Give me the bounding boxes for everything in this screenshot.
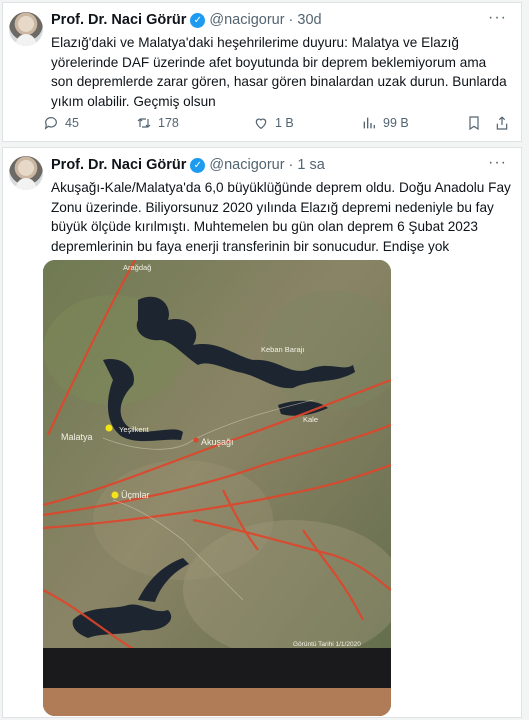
map-label-yesilkent: Yeşilkent [119, 425, 150, 434]
tweet-card-1[interactable]: Prof. Dr. Naci Görür ✓ @nacigorur · 30d … [2, 2, 522, 142]
map-label-ucmlar: Üçmlar [121, 490, 150, 500]
timestamp[interactable]: 30d [297, 12, 321, 28]
map-label-malatya: Malatya [61, 432, 93, 442]
location-pin-icon [111, 491, 119, 499]
bookmark-button[interactable] [466, 115, 482, 131]
map-label-kale: Kale [303, 415, 318, 424]
heart-icon [255, 118, 267, 130]
view-count: 99 B [383, 116, 409, 130]
timestamp[interactable]: 1 sa [297, 157, 324, 173]
tweet-actions: 45 178 1 B 99 B [43, 115, 511, 135]
map-label-akusagi: Akuşağı [201, 437, 234, 447]
avatar[interactable] [9, 12, 43, 46]
retweet-count: 178 [158, 116, 179, 130]
author-handle[interactable]: @nacigorur [209, 157, 284, 173]
verified-badge-icon: ✓ [190, 157, 206, 173]
desk-surface [43, 688, 391, 716]
map-label-keban: Keban Barajı [261, 345, 304, 354]
fault-map-graphic: Arağdağ Keban Barajı Akuşağı Malatya Yeş… [43, 260, 391, 716]
tweet-header: Prof. Dr. Naci Görür ✓ @nacigorur · 1 sa [51, 155, 325, 175]
bookmark-icon [469, 116, 479, 131]
imagery-date-label: Görüntü Tarihi 1/1/2020 [293, 641, 361, 648]
attached-map-image[interactable]: Arağdağ Keban Barajı Akuşağı Malatya Yeş… [43, 260, 391, 716]
more-options-icon[interactable]: ··· [488, 154, 507, 172]
author-name[interactable]: Prof. Dr. Naci Görür [51, 12, 186, 28]
verified-badge-icon: ✓ [190, 12, 206, 28]
author-handle[interactable]: @nacigorur [209, 12, 284, 28]
separator-dot: · [288, 157, 294, 173]
share-icon [496, 116, 508, 130]
retweet-button[interactable]: 178 [136, 115, 179, 131]
map-label-aradag: Arağdağ [123, 263, 151, 272]
tweet-header: Prof. Dr. Naci Görür ✓ @nacigorur · 30d [51, 10, 322, 30]
author-name[interactable]: Prof. Dr. Naci Görür [51, 157, 186, 173]
retweet-icon [137, 118, 151, 128]
location-pin-icon [105, 424, 113, 432]
analytics-icon [363, 117, 375, 129]
tweet-card-2[interactable]: Prof. Dr. Naci Görür ✓ @nacigorur · 1 sa… [2, 147, 522, 718]
share-button[interactable] [494, 115, 510, 131]
like-button[interactable]: 1 B [253, 115, 294, 131]
like-count: 1 B [275, 116, 294, 130]
reply-button[interactable]: 45 [43, 115, 79, 131]
tweet-text: Akuşağı-Kale/Malatya'da 6,0 büyüklüğünde… [51, 180, 511, 254]
epicenter-marker-icon [193, 437, 199, 443]
reply-icon [44, 117, 57, 130]
separator-dot: · [288, 12, 294, 28]
views-button[interactable]: 99 B [361, 115, 409, 131]
reply-count: 45 [65, 116, 79, 130]
avatar[interactable] [9, 156, 43, 190]
more-options-icon[interactable]: ··· [488, 9, 507, 27]
tweet-text: Elazığ'daki ve Malatya'daki heşehrilerim… [51, 35, 507, 109]
monitor-bezel [43, 648, 391, 688]
